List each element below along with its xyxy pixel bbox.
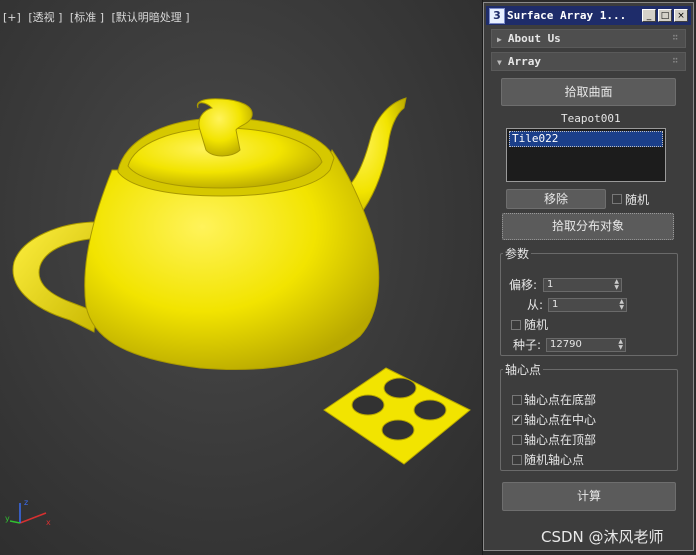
spinner-arrows-icon[interactable]: ▲ ▼ xyxy=(619,299,624,311)
from-label: 从: xyxy=(527,298,544,312)
pivot-random-label: 随机轴心点 xyxy=(524,453,585,467)
pick-distribution-button[interactable]: 拾取分布对象 xyxy=(502,213,674,240)
grip-icon: ∷ xyxy=(672,33,679,43)
axis-gizmo: z y x xyxy=(5,498,51,527)
viewport-perspective[interactable]: [+] [透视 ] [标准 ] [默认明暗处理 ] z y x xyxy=(0,0,682,555)
params-title: 参数 xyxy=(503,245,532,262)
offset-spinner[interactable]: 1 ▲ ▼ xyxy=(543,278,622,292)
pivot-top-label: 轴心点在顶部 xyxy=(524,433,597,447)
remove-button[interactable]: 移除 xyxy=(506,189,606,209)
offset-value: 1 xyxy=(547,279,554,290)
app-icon: 3 xyxy=(489,7,505,24)
compute-button[interactable]: 计算 xyxy=(502,482,676,511)
from-spinner[interactable]: 1 ▲ ▼ xyxy=(548,298,627,312)
pick-surface-button[interactable]: 拾取曲面 xyxy=(501,78,676,106)
pivot-bottom-label: 轴心点在底部 xyxy=(524,393,597,407)
random-offset-checkbox[interactable] xyxy=(511,320,521,330)
window-titlebar[interactable]: 3 Surface Array 1... _ □ × xyxy=(486,6,691,25)
spinner-arrows-icon[interactable]: ▲ ▼ xyxy=(614,279,619,291)
random-offset-label: 随机 xyxy=(524,318,549,332)
pivot-center-checkbox[interactable]: ✔ xyxy=(512,415,522,425)
random-list-label: 随机 xyxy=(625,193,650,207)
seed-label: 种子: xyxy=(513,338,542,352)
minimize-button[interactable]: _ xyxy=(642,9,656,22)
seed-spinner[interactable]: 12790 ▲ ▼ xyxy=(546,338,626,352)
rollout-about-label: About Us xyxy=(507,32,561,45)
from-value: 1 xyxy=(552,299,559,310)
rollout-array[interactable]: ▼ Array ∷ xyxy=(491,52,686,71)
svg-text:x: x xyxy=(46,518,51,527)
list-item[interactable]: Tile022 xyxy=(509,131,663,147)
spinner-arrows-icon[interactable]: ▲ ▼ xyxy=(618,339,623,351)
pivot-title: 轴心点 xyxy=(503,361,544,378)
pivot-random-checkbox[interactable] xyxy=(512,455,522,465)
collapsed-arrow-icon: ▶ xyxy=(497,35,502,44)
pivot-top-checkbox[interactable] xyxy=(512,435,522,445)
maximize-button[interactable]: □ xyxy=(658,9,672,22)
offset-label: 偏移: xyxy=(509,278,538,292)
distribution-list[interactable]: Tile022 xyxy=(506,128,666,182)
tile-object xyxy=(323,367,471,465)
scene-render xyxy=(12,97,471,465)
rollout-about-us[interactable]: ▶ About Us ∷ xyxy=(491,29,686,48)
pivot-bottom-checkbox[interactable] xyxy=(512,395,522,405)
random-list-checkbox[interactable] xyxy=(612,194,622,204)
watermark-text: CSDN @沐风老师 xyxy=(541,528,664,546)
surface-name-label: Teapot001 xyxy=(561,112,621,125)
pivot-center-label: 轴心点在中心 xyxy=(524,413,597,427)
seed-value: 12790 xyxy=(550,339,582,350)
expanded-arrow-icon: ▼ xyxy=(497,58,502,67)
close-button[interactable]: × xyxy=(674,9,688,22)
svg-text:y: y xyxy=(5,514,10,523)
svg-text:z: z xyxy=(24,498,28,507)
rollout-array-label: Array xyxy=(507,55,541,68)
grip-icon: ∷ xyxy=(672,56,679,66)
window-title: Surface Array 1... xyxy=(507,9,627,22)
